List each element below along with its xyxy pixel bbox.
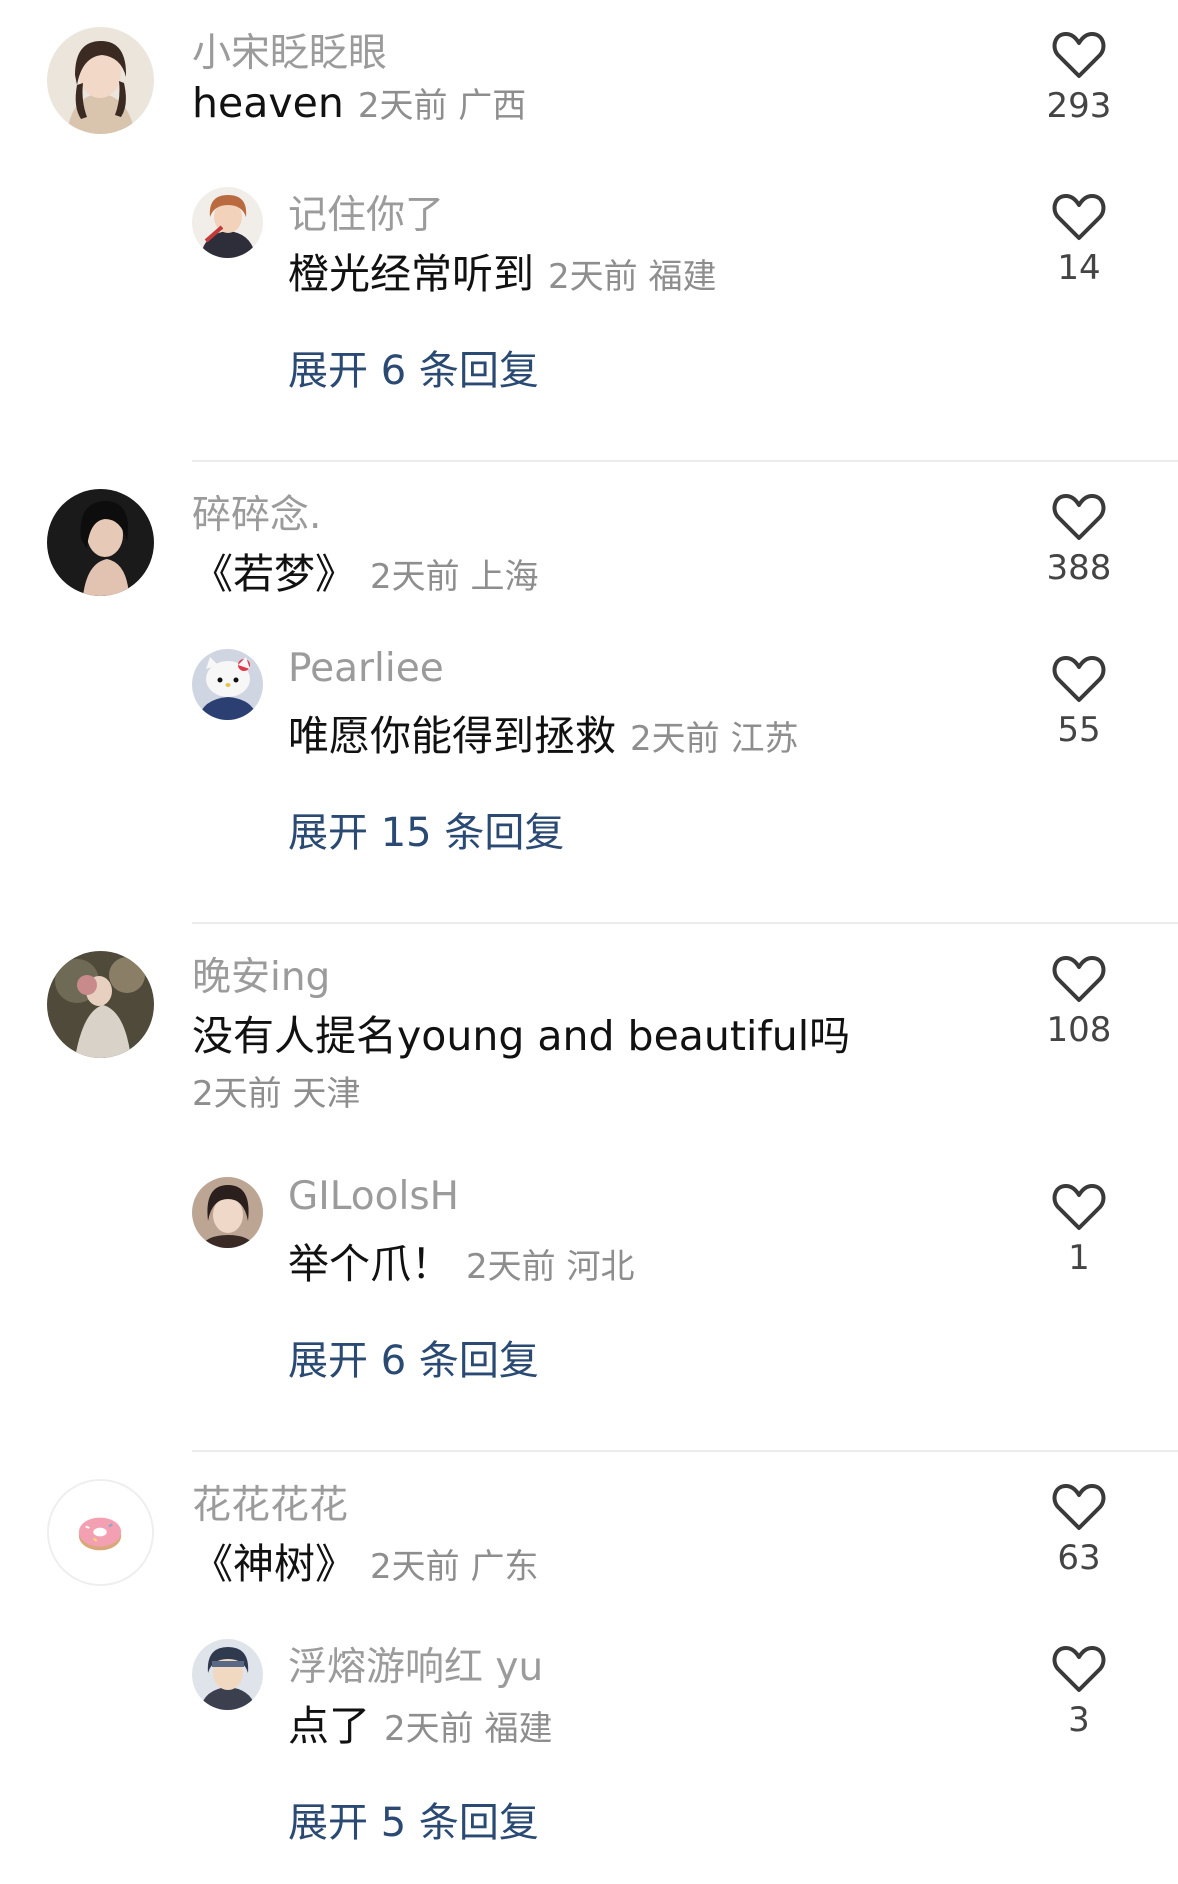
heart-icon[interactable]	[1052, 954, 1106, 1004]
reply-body: 举个爪！ 2天前 河北	[288, 1230, 634, 1290]
reply-meta: 2天前 福建	[384, 1709, 553, 1749]
user-avatar-hellokitty-icon	[192, 649, 263, 720]
reply-body: 唯愿你能得到拯救 2天前 江苏	[288, 702, 798, 762]
like-button[interactable]: 55	[1038, 654, 1120, 750]
avatar[interactable]	[192, 187, 263, 258]
reply-text: 举个爪！	[288, 1240, 452, 1288]
avatar[interactable]	[192, 1177, 263, 1248]
reply-username[interactable]: 记住你了	[288, 184, 444, 240]
user-avatar-photo-icon	[47, 489, 154, 596]
heart-icon[interactable]	[1052, 492, 1106, 542]
comment-thread: 花花花花 《神树》 2天前 广东 63 浮熔游响红 yu 点了 2天前 福建 3 展…	[0, 1452, 1178, 1884]
like-count: 55	[1057, 710, 1101, 750]
comment-text: 《若梦》	[192, 550, 356, 598]
avatar[interactable]	[47, 951, 154, 1058]
donut-icon	[49, 1481, 152, 1584]
like-button[interactable]: 293	[1038, 30, 1120, 126]
reply-body: 橙光经常听到 2天前 福建	[288, 240, 716, 300]
user-avatar-photo-icon	[47, 951, 154, 1058]
avatar[interactable]	[47, 27, 154, 134]
heart-icon[interactable]	[1052, 192, 1106, 242]
reply-text: 唯愿你能得到拯救	[288, 712, 616, 760]
heart-icon[interactable]	[1052, 654, 1106, 704]
comment-thread: 晚安ing 没有人提名young and beautiful吗 2天前 天津 1…	[0, 924, 1178, 1452]
expand-replies-button[interactable]: 展开 6 条回复	[288, 1328, 539, 1386]
like-button[interactable]: 63	[1038, 1482, 1120, 1578]
like-count: 293	[1046, 86, 1112, 126]
user-avatar-anime-icon	[192, 1639, 263, 1710]
user-avatar-photo-icon	[47, 27, 154, 134]
expand-replies-button[interactable]: 展开 6 条回复	[288, 338, 539, 396]
reply-username[interactable]: Pearliee	[288, 646, 444, 691]
comment-username[interactable]: 碎碎念.	[192, 484, 321, 540]
avatar[interactable]	[47, 489, 154, 596]
like-button[interactable]: 14	[1038, 192, 1120, 288]
comment-meta: 2天前 天津	[192, 1074, 361, 1114]
avatar[interactable]	[47, 1479, 154, 1586]
like-button[interactable]: 388	[1038, 492, 1120, 588]
heart-icon[interactable]	[1052, 30, 1106, 80]
heart-icon[interactable]	[1052, 1644, 1106, 1694]
comment-thread: 小宋眨眨眼 heaven 2天前 广西 293 记住你了 橙光经常听到 2天前 福建…	[0, 0, 1178, 462]
avatar[interactable]	[192, 1639, 263, 1710]
reply-username[interactable]: GILoolsH	[288, 1174, 459, 1219]
comment-text: 没有人提名young and beautiful吗	[192, 1012, 851, 1060]
comment-body: 《若梦》 2天前 上海	[192, 540, 538, 600]
like-count: 108	[1046, 1010, 1112, 1050]
user-avatar-anime-icon	[192, 187, 263, 258]
like-count: 3	[1068, 1700, 1090, 1740]
reply-text: 点了	[288, 1702, 370, 1750]
expand-replies-button[interactable]: 展开 15 条回复	[288, 800, 564, 858]
like-button[interactable]: 3	[1038, 1644, 1120, 1740]
reply-meta: 2天前 河北	[466, 1247, 635, 1287]
reply-body: 点了 2天前 福建	[288, 1692, 552, 1752]
expand-replies-button[interactable]: 展开 5 条回复	[288, 1790, 539, 1848]
like-count: 63	[1057, 1538, 1101, 1578]
reply-text: 橙光经常听到	[288, 250, 534, 298]
comment-username[interactable]: 花花花花	[192, 1474, 348, 1530]
like-button[interactable]: 1	[1038, 1182, 1120, 1278]
comment-body: heaven 2天前 广西	[192, 78, 526, 127]
like-button[interactable]: 108	[1038, 954, 1120, 1050]
reply-meta: 2天前 江苏	[630, 719, 799, 759]
avatar[interactable]	[192, 649, 263, 720]
like-count: 1	[1068, 1238, 1090, 1278]
comment-username[interactable]: 小宋眨眨眼	[192, 22, 387, 78]
user-avatar-photo-icon	[192, 1177, 263, 1248]
comment-body: 《神树》 2天前 广东	[192, 1530, 538, 1590]
comment-text: 《神树》	[192, 1540, 356, 1588]
reply-username[interactable]: 浮熔游响红 yu	[288, 1636, 543, 1692]
like-count: 14	[1057, 248, 1101, 288]
comment-body: 没有人提名young and beautiful吗	[192, 1002, 850, 1062]
heart-icon[interactable]	[1052, 1182, 1106, 1232]
comment-meta: 2天前 上海	[370, 557, 539, 597]
heart-icon[interactable]	[1052, 1482, 1106, 1532]
comment-thread: 碎碎念. 《若梦》 2天前 上海 388 Pearliee 唯愿你能得到拯救 2天前…	[0, 462, 1178, 924]
comment-text: heaven	[192, 79, 344, 127]
comment-username[interactable]: 晚安ing	[192, 946, 330, 1002]
like-count: 388	[1046, 548, 1112, 588]
reply-meta: 2天前 福建	[548, 257, 717, 297]
comment-meta: 2天前 广西	[357, 86, 527, 126]
comment-meta: 2天前 广东	[370, 1547, 539, 1587]
